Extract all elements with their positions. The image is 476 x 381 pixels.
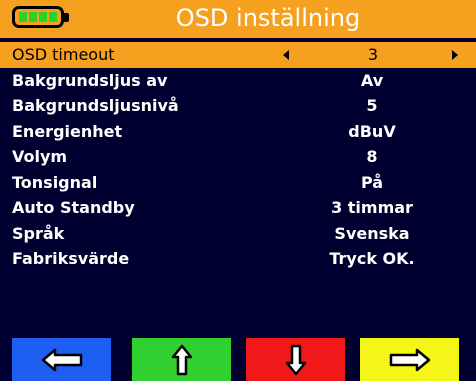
- menu-item-value: 8: [366, 147, 378, 166]
- arrow-up-icon: [171, 344, 192, 375]
- menu-item-factory-reset[interactable]: Fabriksvärde Tryck OK.: [0, 246, 476, 272]
- arrow-right-icon: [389, 348, 430, 371]
- menu-item-backlight-level[interactable]: Bakgrundsljusnivå 5: [0, 93, 476, 119]
- softkey-left-button[interactable]: [12, 338, 111, 381]
- menu-item-auto-standby[interactable]: Auto Standby 3 timmar: [0, 195, 476, 221]
- menu-item-tone-signal[interactable]: Tonsignal På: [0, 170, 476, 196]
- header-bar: OSD inställning: [0, 0, 476, 38]
- arrow-right-icon[interactable]: [452, 50, 458, 60]
- softkey-right-button[interactable]: [360, 338, 459, 381]
- menu-item-osd-timeout[interactable]: OSD timeout 3: [0, 42, 476, 68]
- menu-item-value: 3 timmar: [331, 198, 413, 217]
- settings-menu: OSD timeout 3 Bakgrundsljus av Av Bakgru…: [0, 42, 476, 272]
- menu-item-volume[interactable]: Volym 8: [0, 144, 476, 170]
- menu-item-backlight-off[interactable]: Bakgrundsljus av Av: [0, 68, 476, 94]
- menu-item-value: 5: [366, 96, 378, 115]
- menu-item-value: 3: [367, 45, 379, 64]
- arrow-left-icon: [41, 348, 82, 371]
- arrow-down-icon: [285, 344, 306, 375]
- menu-item-value: Tryck OK.: [329, 249, 415, 268]
- menu-item-energy-unit[interactable]: Energienhet dBuV: [0, 119, 476, 145]
- softkey-down-button[interactable]: [246, 338, 345, 381]
- menu-item-value: dBuV: [348, 121, 396, 141]
- menu-item-value: Av: [360, 70, 384, 90]
- menu-item-value: På: [360, 172, 384, 192]
- menu-item-language[interactable]: Språk Svenska: [0, 221, 476, 247]
- softkey-up-button[interactable]: [132, 338, 231, 381]
- page-title: OSD inställning: [175, 4, 361, 32]
- menu-item-value: Svenska: [334, 223, 410, 243]
